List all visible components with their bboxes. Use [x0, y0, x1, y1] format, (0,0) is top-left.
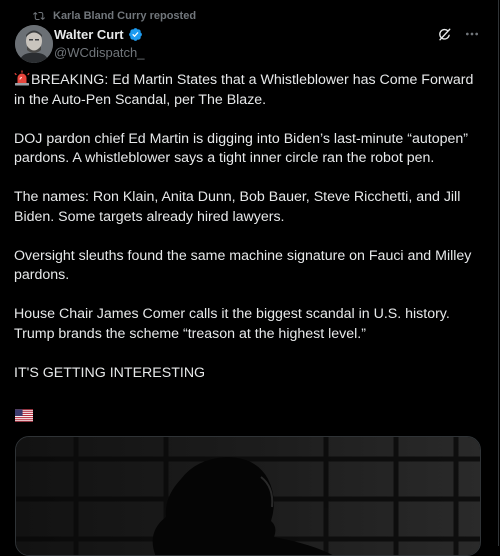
post-paragraph: The names: Ron Klain, Anita Dunn, Bob Ba…	[14, 189, 461, 225]
repost-indicator[interactable]: Karla Bland Curry reposted	[33, 8, 196, 24]
verified-badge-icon	[128, 27, 143, 42]
author-handle[interactable]: @WCdispatch_	[54, 45, 145, 60]
avatar[interactable]	[15, 25, 53, 63]
post-actions	[437, 26, 480, 42]
grok-icon[interactable]	[437, 27, 452, 42]
post-paragraph: DOJ pardon chief Ed Martin is digging in…	[14, 130, 468, 167]
author-display-name[interactable]: Walter Curt	[54, 27, 124, 42]
post-paragraph: House Chair James Comer calls it the big…	[14, 306, 450, 342]
us-flag-icon	[15, 409, 33, 422]
rotating-light-icon	[14, 70, 30, 86]
more-icon[interactable]	[464, 26, 480, 42]
post-image[interactable]	[15, 436, 481, 556]
author-block: Walter Curt @WCdispatch_	[54, 25, 145, 61]
repost-label: Karla Bland Curry reposted	[53, 10, 197, 22]
post-text: BREAKING: Ed Martin States that a Whistl…	[14, 70, 484, 383]
repost-icon	[33, 10, 45, 22]
post-paragraph: IT'S GETTING INTERESTING	[14, 364, 206, 381]
post-card[interactable]: Karla Bland Curry reposted Walter Curt @…	[0, 0, 499, 556]
post-paragraph: BREAKING: Ed Martin States that a Whistl…	[14, 70, 474, 108]
post-paragraph: Oversight sleuths found the same machine…	[14, 247, 472, 284]
